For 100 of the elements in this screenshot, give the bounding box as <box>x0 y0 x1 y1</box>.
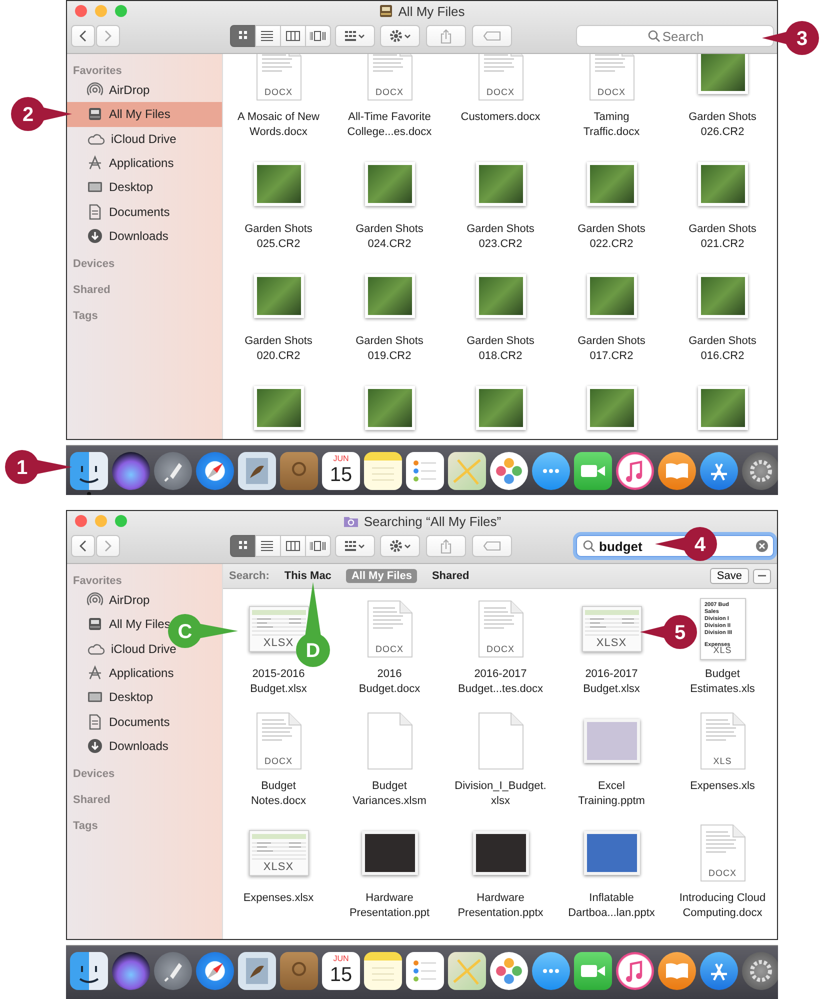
music-note-icon[interactable] <box>616 952 654 990</box>
sidebar-item[interactable]: Applications <box>67 660 222 686</box>
compass-icon[interactable] <box>196 452 234 490</box>
drawer-icon <box>87 106 103 122</box>
columns-icon <box>286 30 300 42</box>
notepad-icon[interactable] <box>364 952 402 990</box>
video-camera-icon[interactable] <box>574 452 612 490</box>
map-icon[interactable] <box>448 952 486 990</box>
app-store-icon[interactable] <box>700 452 738 490</box>
address-book-icon[interactable] <box>280 452 318 490</box>
action-button[interactable] <box>380 535 420 557</box>
callout-tooltip: D <box>296 582 330 667</box>
document-icon <box>87 204 103 220</box>
back-button[interactable] <box>71 25 95 47</box>
list-view-button[interactable] <box>255 25 281 47</box>
applications-icon <box>87 155 103 172</box>
flower-icon[interactable] <box>490 952 528 990</box>
file-name: Expenses.xlsx <box>243 891 314 906</box>
sidebar-item[interactable]: Documents <box>67 199 222 224</box>
spreadsheet-page-icon <box>582 606 642 652</box>
sidebar-heading: Devices <box>72 767 116 782</box>
arrange-icon <box>345 540 365 552</box>
orb-icon[interactable] <box>112 952 150 990</box>
calendar-icon[interactable]: JUN 15 <box>322 452 360 490</box>
sidebar-item[interactable]: Applications <box>67 150 222 176</box>
orb-icon[interactable] <box>112 452 150 490</box>
flower-icon[interactable] <box>490 452 528 490</box>
cloud-icon <box>87 132 105 146</box>
app-store-icon[interactable] <box>700 952 738 990</box>
callout-tooltip: 2 <box>11 97 72 131</box>
icon-view-button[interactable] <box>230 535 256 557</box>
action-button[interactable] <box>380 25 420 47</box>
file-name: Garden Shots 023.CR2 <box>466 222 534 252</box>
sidebar-heading: Shared <box>72 793 112 808</box>
callout-tooltip: 4 <box>655 527 717 561</box>
scope-button[interactable]: Shared <box>426 569 474 583</box>
cover-flow-button[interactable] <box>305 535 331 557</box>
calendar-month: JUN <box>333 953 349 964</box>
drawer-icon <box>379 4 394 18</box>
close-button[interactable] <box>75 515 87 527</box>
list-view-button[interactable] <box>255 535 281 557</box>
stamp-icon[interactable] <box>238 452 276 490</box>
gear-icon[interactable] <box>742 452 778 490</box>
arrange-button[interactable] <box>335 25 375 47</box>
file-name: 2016 Budget.docx <box>358 667 420 697</box>
scope-button[interactable]: This Mac <box>279 569 336 583</box>
share-icon <box>440 28 452 44</box>
icon-view-button[interactable] <box>230 25 256 47</box>
compass-icon[interactable] <box>196 952 234 990</box>
sidebar-item[interactable]: AirDrop <box>67 588 222 612</box>
column-view-button[interactable] <box>280 535 306 557</box>
calendar-icon[interactable]: JUN 15 <box>322 952 360 990</box>
address-book-icon[interactable] <box>280 952 318 990</box>
arrange-button[interactable] <box>335 535 375 557</box>
file-type-label: DOCX <box>374 644 404 654</box>
column-view-button[interactable] <box>280 25 306 47</box>
back-button[interactable] <box>71 535 95 557</box>
checklist-icon[interactable] <box>406 952 444 990</box>
sidebar-item[interactable]: Downloads <box>67 734 222 758</box>
download-icon <box>87 738 103 754</box>
sidebar-heading: Tags <box>72 309 99 324</box>
checklist-icon[interactable] <box>406 452 444 490</box>
file-type-label: XLS <box>712 756 733 766</box>
speech-bubble-icon[interactable] <box>532 452 570 490</box>
smiling-face-icon[interactable] <box>70 452 108 490</box>
sidebar-item[interactable]: Downloads <box>67 224 222 248</box>
document-page-icon <box>366 712 412 770</box>
sidebar-item[interactable]: All My Files <box>67 102 222 127</box>
file-type-label: DOCX <box>485 87 516 97</box>
notepad-icon[interactable] <box>364 452 402 490</box>
video-camera-icon[interactable] <box>574 952 612 990</box>
remove-button[interactable] <box>753 568 771 584</box>
close-button[interactable] <box>75 5 87 17</box>
music-note-icon[interactable] <box>616 452 654 490</box>
minus-icon <box>758 575 766 577</box>
sidebar-item[interactable]: Desktop <box>67 685 222 710</box>
book-icon[interactable] <box>658 452 696 490</box>
sidebar-heading: Devices <box>72 257 116 272</box>
file-name: Garden Shots 019.CR2 <box>356 334 424 364</box>
search-field[interactable]: Search <box>576 25 774 47</box>
save-button[interactable]: Save <box>710 568 749 584</box>
file-name: 2016-2017 Budget.xlsx <box>583 667 640 697</box>
stamp-icon[interactable] <box>238 952 276 990</box>
book-icon[interactable] <box>658 952 696 990</box>
smiling-face-icon[interactable] <box>70 952 108 990</box>
speech-bubble-icon[interactable] <box>532 952 570 990</box>
cover-flow-button[interactable] <box>305 25 331 47</box>
sidebar-heading: Tags <box>72 819 99 834</box>
document-icon <box>87 714 103 730</box>
file-name: Budget Variances.xlsm <box>352 779 426 809</box>
file-name: Hardware Presentation.ppt <box>349 891 430 921</box>
chevron-right-icon <box>104 540 112 552</box>
file-type-label: DOCX <box>485 644 516 654</box>
gear-icon[interactable] <box>742 952 778 990</box>
sidebar-item[interactable]: Desktop <box>67 175 222 200</box>
file-name: 2016-2017 Budget...tes.docx <box>458 667 543 697</box>
calendar-day: 15 <box>330 964 352 986</box>
map-icon[interactable] <box>448 452 486 490</box>
sidebar-item[interactable]: Documents <box>67 709 222 734</box>
file-name: Budget Estimates.xls <box>690 667 755 697</box>
